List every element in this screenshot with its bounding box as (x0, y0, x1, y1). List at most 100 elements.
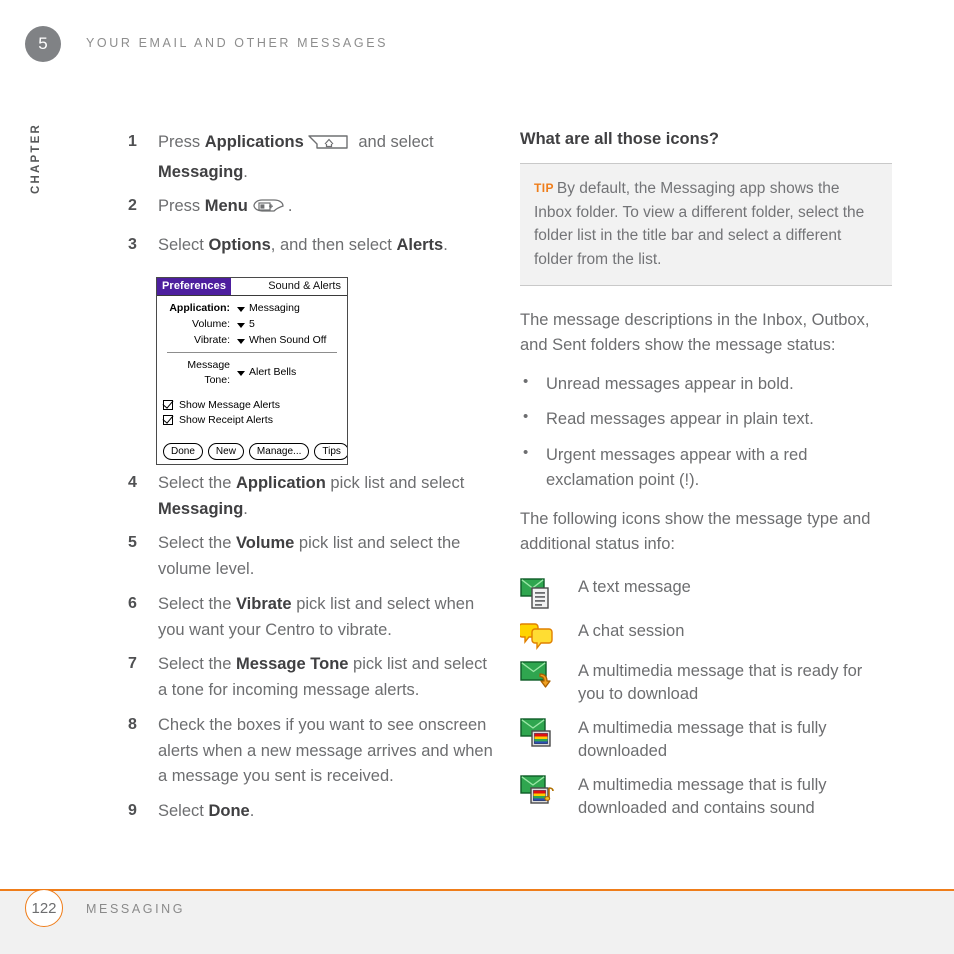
list-item: A multimedia message that is fully downl… (520, 773, 892, 821)
intro-paragraph: The message descriptions in the Inbox, O… (520, 311, 870, 355)
steps-list-first: 1 Press Applications and select Messagin… (128, 130, 500, 259)
step-text: Select the (158, 594, 236, 613)
right-column: What are all those icons? TIP By default,… (520, 130, 892, 829)
step-bold-term: Menu (204, 197, 248, 216)
icon-legend-list: A text message A chat session A multimed… (520, 575, 892, 821)
chapter-number: 5 (38, 34, 48, 53)
row-label: Message Tone: (187, 358, 230, 386)
step-text: Check the boxes if you want to see onscr… (158, 715, 493, 786)
step-bold-term: Applications (204, 133, 304, 151)
screenshot-row: Vibrate: When Sound Off (163, 333, 341, 348)
list-item: A multimedia message that is fully downl… (520, 716, 892, 764)
step-bold-term: Done (208, 802, 250, 821)
step-item: 3 Select Options, and then select Alerts… (128, 233, 500, 259)
done-button[interactable]: Done (163, 442, 203, 460)
screenshot-checkbox[interactable]: Show Message Alerts (163, 399, 347, 411)
step-text-after: . (243, 162, 248, 181)
step-text-mid: pick list and select (325, 473, 465, 492)
applications-key-icon (307, 133, 351, 160)
step-text: Select (158, 236, 209, 255)
step-text-mid: , and then select (270, 236, 397, 255)
screenshot-title-section: Sound & Alerts (231, 277, 347, 295)
step-bold-term-2: Alerts (396, 236, 444, 255)
step-item: 9 Select Done. (128, 799, 500, 825)
step-bold-term: Vibrate (235, 594, 292, 613)
step-text: Select the (158, 534, 236, 553)
checkbox-checked-icon (163, 399, 173, 410)
caret-down-icon (237, 322, 245, 328)
step-number: 9 (128, 802, 137, 820)
row-value-picklist[interactable]: 5 (237, 317, 255, 332)
row-value: Messaging (249, 301, 300, 314)
step-item: 8 Check the boxes if you want to see ons… (128, 713, 500, 790)
mms-ready-to-download-icon (520, 659, 578, 692)
row-label: Vibrate: (194, 333, 230, 346)
step-number: 5 (128, 534, 137, 552)
running-head: YOUR EMAIL AND OTHER MESSAGES (86, 36, 389, 50)
step-number: 3 (128, 236, 137, 254)
step-text: Select (158, 802, 209, 821)
new-button[interactable]: New (207, 442, 244, 460)
list-item: A chat session (520, 619, 892, 650)
list-item: A text message (520, 575, 892, 610)
tips-button[interactable]: Tips (314, 442, 347, 460)
step-number: 8 (128, 715, 137, 733)
row-label: Application: (169, 301, 230, 314)
step-text: Press (158, 197, 205, 216)
row-value: When Sound Off (249, 333, 327, 346)
step-item: 6 Select the Vibrate pick list and selec… (128, 592, 500, 643)
chapter-vertical-label: CHAPTER (30, 123, 42, 194)
step-bold-term: Application (235, 473, 326, 492)
caret-down-icon (237, 306, 245, 312)
row-value-picklist[interactable]: Messaging (237, 301, 300, 316)
screenshot-row: Volume: 5 (163, 317, 341, 332)
step-item: 5 Select the Volume pick list and select… (128, 531, 500, 582)
step-text-after: . (287, 197, 293, 216)
chapter-number-badge: 5 (25, 26, 61, 62)
step-bold-term-2: Messaging (158, 499, 244, 518)
status-bullet-list: Unread messages appear in bold. Read mes… (520, 371, 892, 492)
icon-legend-text: A multimedia message that is fully downl… (578, 718, 827, 761)
row-value-picklist[interactable]: When Sound Off (237, 333, 326, 348)
row-value-picklist[interactable]: Alert Bells (237, 358, 296, 388)
steps-list-second: 4 Select the Application pick list and s… (128, 471, 500, 825)
screenshot-divider (167, 351, 337, 353)
icon-legend-text: A multimedia message that is fully downl… (578, 775, 827, 817)
checkbox-label: Show Message Alerts (179, 398, 280, 411)
step-text: Select the (158, 473, 236, 492)
menu-key-icon (251, 197, 285, 224)
footer-band (0, 891, 954, 954)
chat-session-icon (520, 619, 578, 650)
caret-down-icon (237, 338, 245, 344)
step-bold-term: Message Tone (235, 655, 349, 674)
icon-legend-text: A text message (578, 577, 691, 596)
section-heading: What are all those icons? (520, 130, 719, 148)
screenshot-button-row: Done New Manage... Tips (157, 442, 347, 460)
page-number-badge: 122 (25, 889, 63, 927)
step-bold-term-2: Messaging (158, 162, 244, 181)
list-item: Read messages appear in plain text. (520, 406, 892, 432)
step-bold-term: Volume (235, 534, 295, 553)
page-number: 122 (31, 899, 57, 917)
manage-button[interactable]: Manage... (248, 442, 310, 460)
screenshot-checkbox[interactable]: Show Receipt Alerts (163, 414, 347, 426)
mms-downloaded-sound-icon (520, 773, 578, 806)
preferences-screenshot: Preferences Sound & Alerts Application: … (156, 276, 348, 465)
tip-text: By default, the Messaging app shows the … (534, 180, 865, 268)
row-value: Alert Bells (249, 366, 297, 379)
list-item: A multimedia message that is ready for y… (520, 659, 892, 707)
step-item: 2 Press Menu. (128, 194, 500, 224)
row-label: Volume: (192, 317, 230, 330)
step-text-after: . (243, 499, 248, 518)
footer-rule (0, 889, 954, 891)
left-column: 1 Press Applications and select Messagin… (128, 130, 500, 834)
step-text-mid: and select (353, 133, 434, 151)
caret-down-icon (237, 371, 245, 377)
step-number: 7 (128, 655, 137, 673)
list-item: Unread messages appear in bold. (520, 371, 892, 397)
step-number: 1 (128, 133, 137, 150)
row-value: 5 (249, 317, 255, 330)
checkbox-checked-icon (163, 414, 173, 425)
step-item: 7 Select the Message Tone pick list and … (128, 652, 500, 703)
second-paragraph: The following icons show the message typ… (520, 509, 871, 553)
